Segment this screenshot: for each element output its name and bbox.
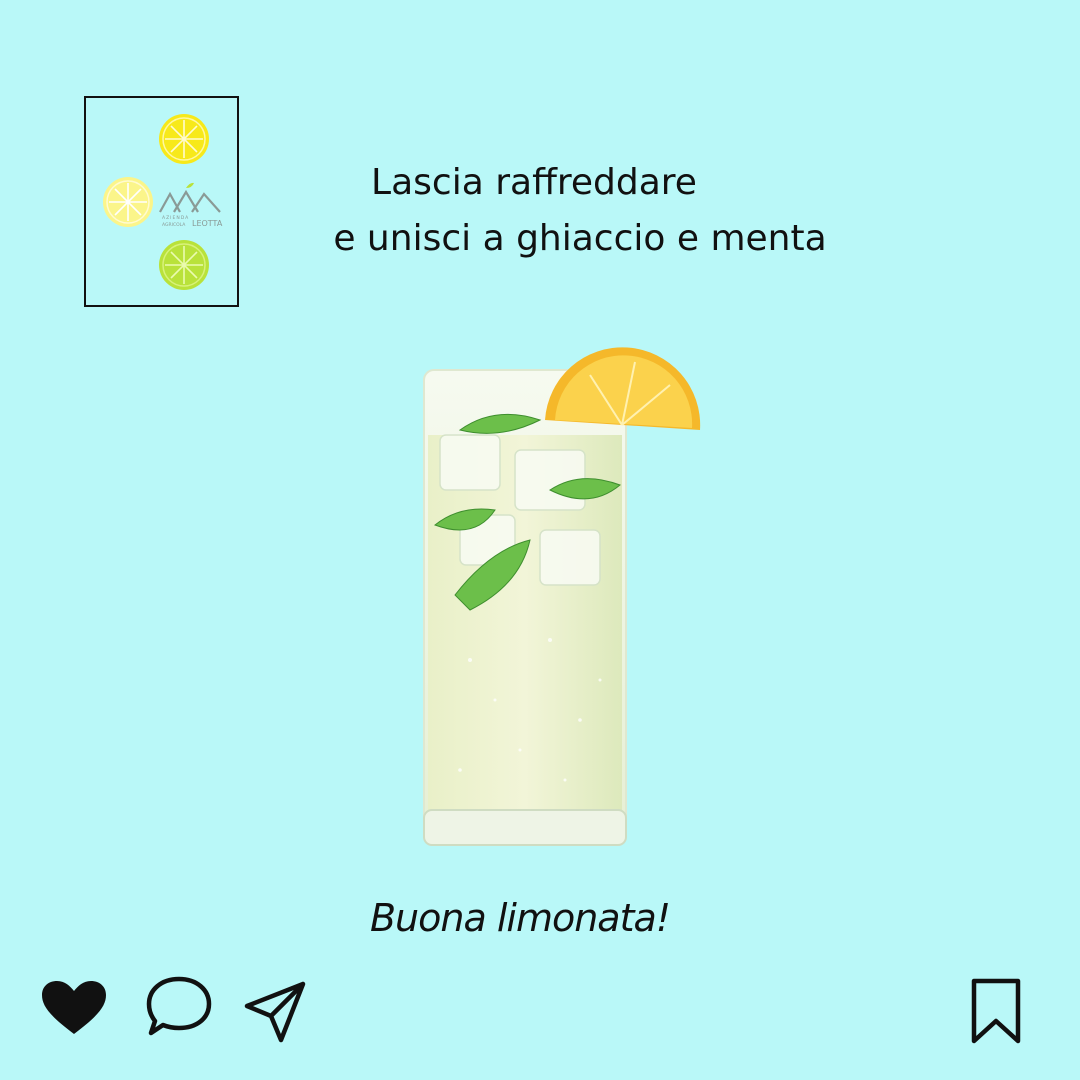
instruction-text: Lascia raffreddare e unisci a ghiaccio e… [250,155,910,267]
tagline: Buona limonata! [369,896,671,940]
send-icon[interactable] [243,980,307,1044]
instruction-line-2: e unisci a ghiaccio e menta [333,218,827,259]
lime-slice-icon [159,240,209,290]
lemon-slice-icon [159,114,209,164]
heart-icon[interactable] [40,980,108,1038]
bookmark-icon[interactable] [970,977,1022,1045]
pale-lemon-slice-icon [103,177,153,227]
logo-text-agricola: AGRICOLA [162,222,186,228]
instruction-line-1: Lascia raffreddare [371,162,697,203]
lemonade-glass-image [423,347,701,846]
lemon-wedge [545,347,701,430]
comment-icon[interactable] [145,975,213,1037]
logo-text-azienda: AZIENDA [162,215,189,221]
logo-text-leotta: LEOTTA [192,219,223,228]
